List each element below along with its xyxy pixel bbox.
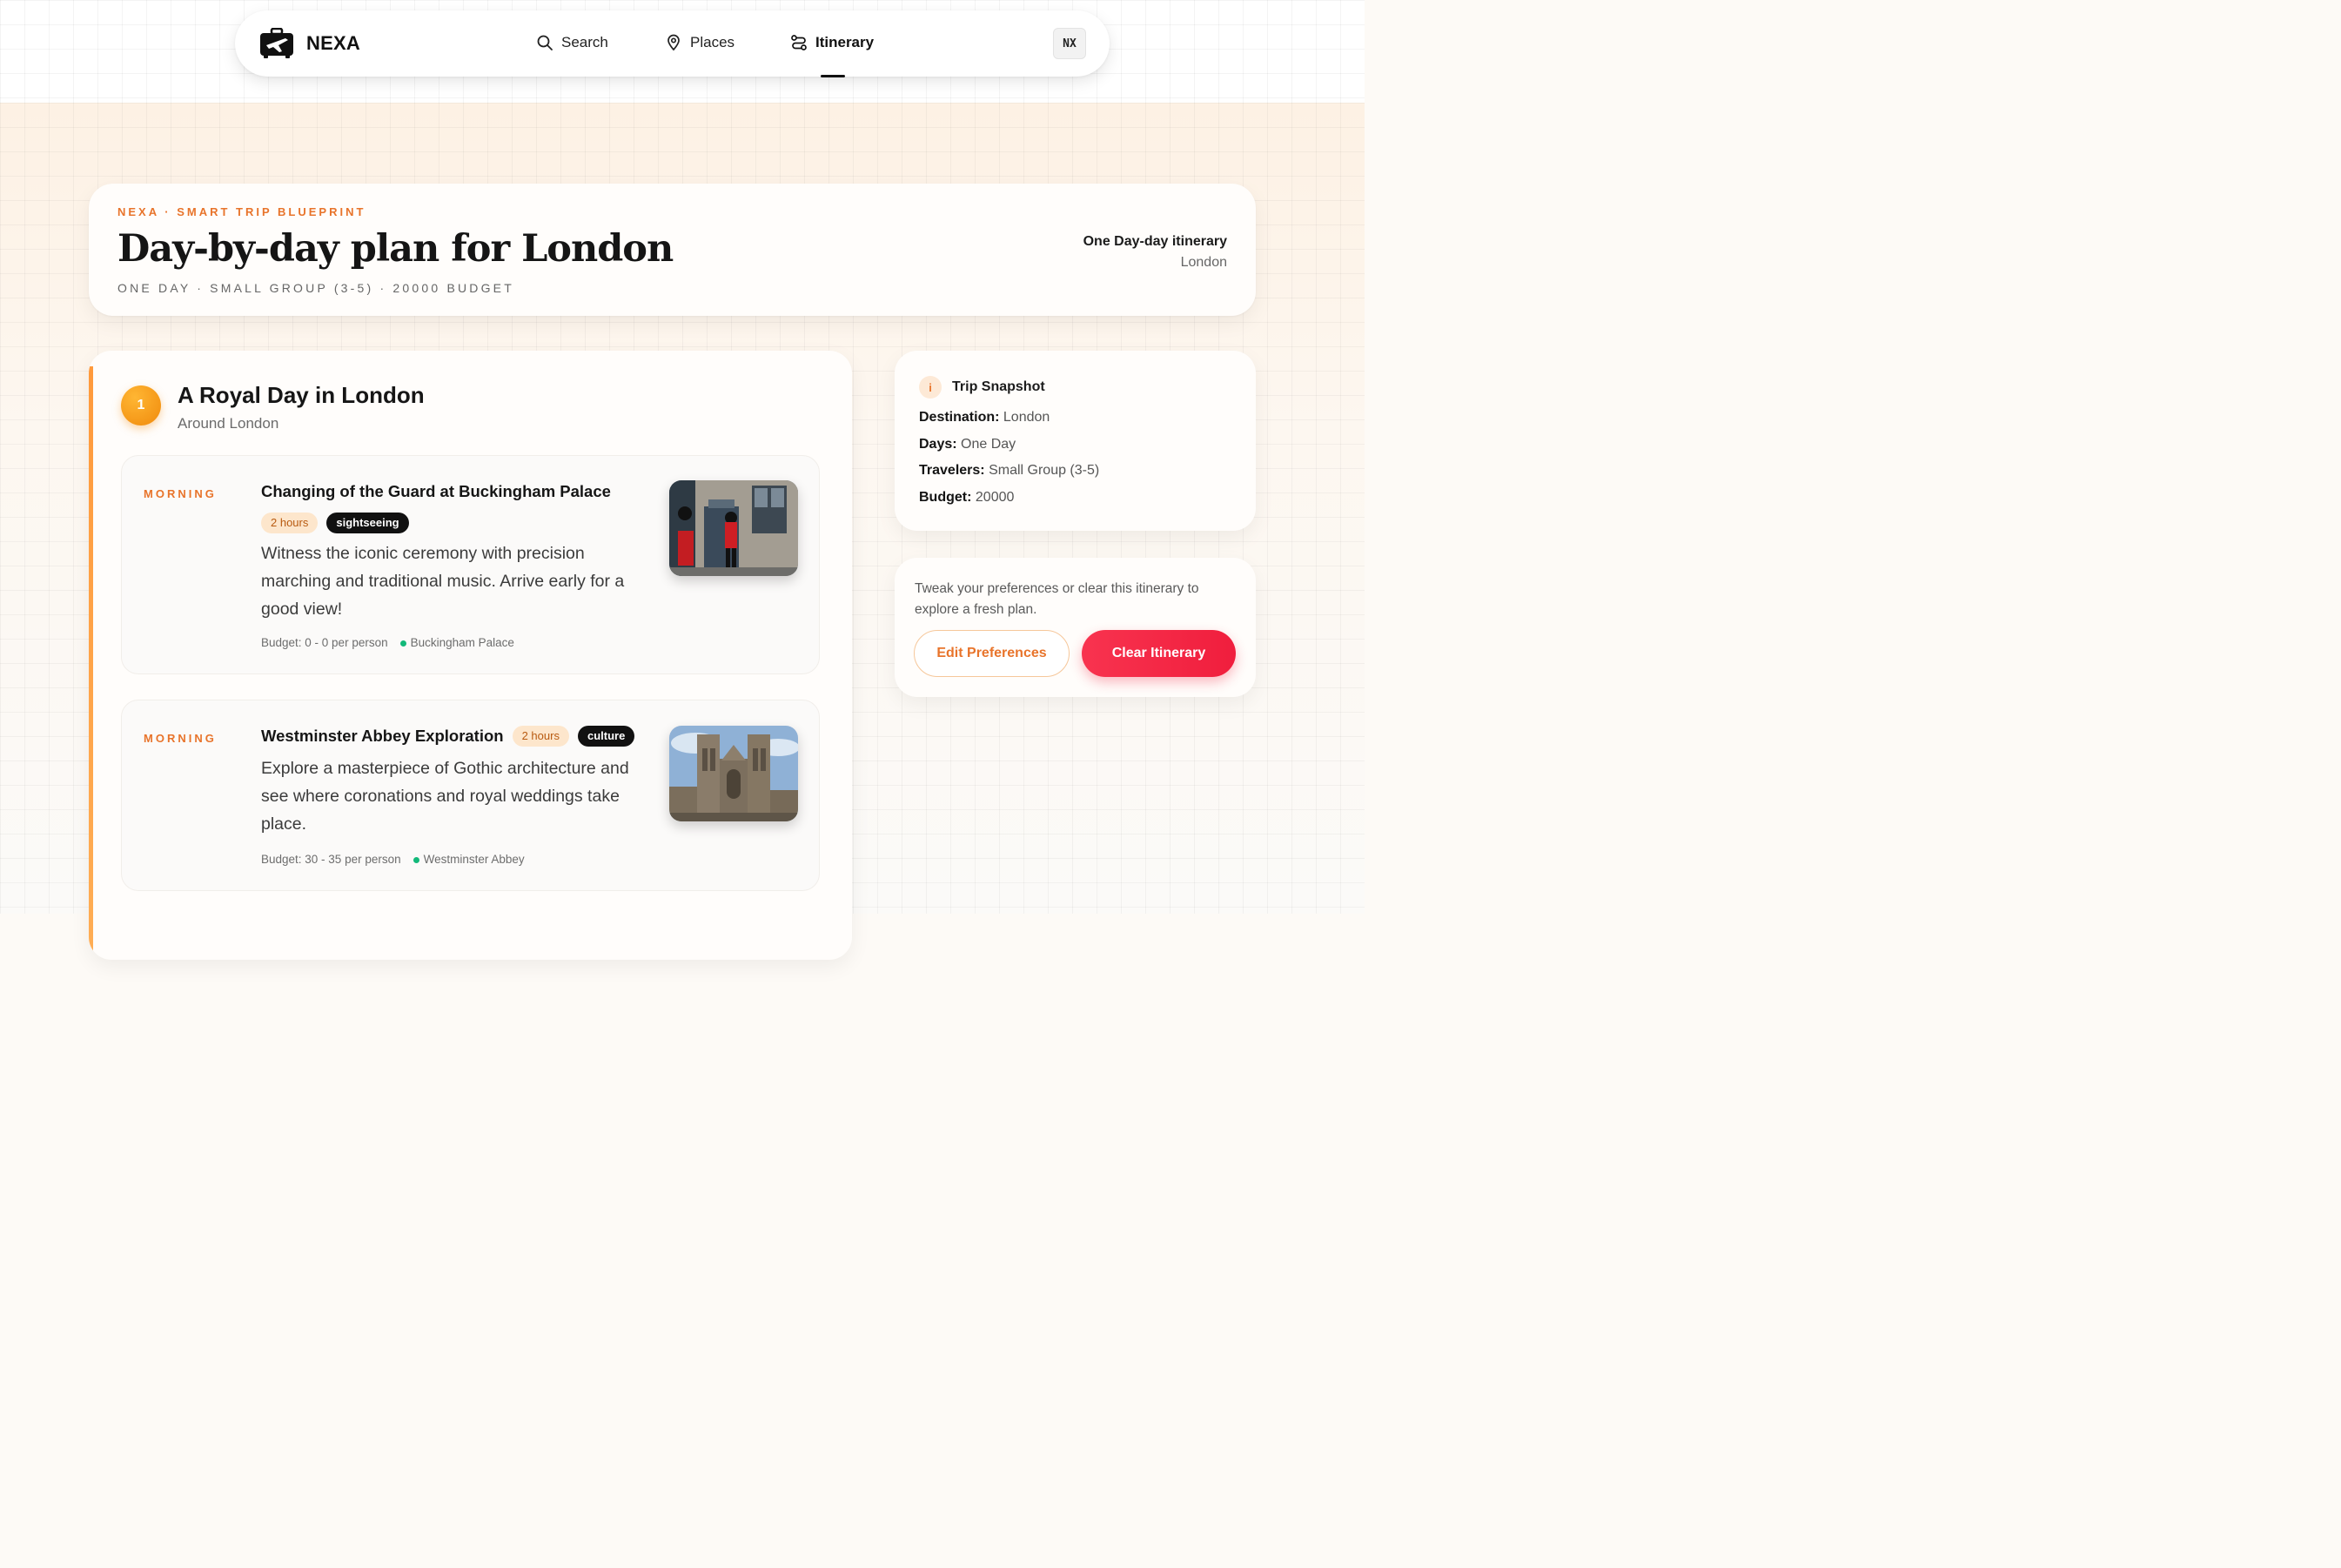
duration-badge: 2 hours — [261, 513, 319, 533]
search-icon — [537, 35, 553, 50]
activity-heading: Westminster Abbey Exploration 2 hours cu… — [261, 726, 635, 747]
nav-search[interactable]: Search — [536, 34, 608, 51]
activity-budget: Budget: 30 - 35 per person — [261, 853, 401, 866]
activity-location: Westminster Abbey — [413, 853, 525, 866]
top-navbar: NEXA Search Places Itinerary NX — [235, 10, 1110, 77]
nav-itinerary[interactable]: Itinerary — [790, 34, 874, 51]
snapshot-days: Days: One Day — [919, 437, 1016, 452]
snapshot-label: Budget: — [919, 490, 972, 505]
trip-snapshot-card: i Trip Snapshot Destination: London Days… — [895, 351, 1256, 531]
nav-search-label: Search — [561, 34, 608, 50]
activity-footer: Budget: 0 - 0 per person Buckingham Pala… — [261, 636, 514, 649]
duration-badge: 2 hours — [512, 726, 569, 747]
snapshot-budget: Budget: 20000 — [919, 490, 1014, 506]
nav-itinerary-label: Itinerary — [815, 34, 875, 50]
itinerary-destination: London — [1180, 255, 1227, 270]
active-tab-indicator — [821, 75, 845, 77]
trip-meta: ONE DAY · SMALL GROUP (3-5) · 20000 BUDG… — [117, 281, 514, 295]
suitcase-plane-icon — [260, 28, 293, 58]
snapshot-value: Small Group (3-5) — [989, 463, 1100, 478]
activity-image — [669, 480, 798, 576]
snapshot-header: i Trip Snapshot — [919, 376, 1045, 399]
brand-name: NEXA — [306, 32, 360, 54]
snapshot-title: Trip Snapshot — [952, 379, 1045, 394]
activity-time: MORNING — [144, 732, 217, 745]
user-avatar[interactable]: NX — [1053, 28, 1086, 59]
clear-itinerary-button[interactable]: Clear Itinerary — [1082, 630, 1236, 677]
activity-location: Buckingham Palace — [399, 636, 514, 649]
snapshot-destination: Destination: London — [919, 410, 1050, 426]
snapshot-travelers: Travelers: Small Group (3-5) — [919, 463, 1099, 479]
location-dot-icon — [413, 856, 419, 863]
location-label: Westminster Abbey — [423, 853, 525, 866]
brand[interactable]: NEXA — [259, 28, 360, 59]
map-pin-icon — [667, 34, 680, 51]
category-badge: sightseeing — [326, 513, 409, 533]
activity-time: MORNING — [144, 487, 217, 500]
day-accent-bar — [89, 366, 93, 960]
snapshot-label: Travelers: — [919, 463, 985, 478]
activity-description: Witness the iconic ceremony with precisi… — [261, 544, 625, 619]
abbey-photo — [669, 726, 798, 821]
nav-places-label: Places — [690, 34, 735, 50]
activity-card[interactable]: MORNING Changing of the Guard at Bucking… — [121, 455, 820, 674]
nav-places[interactable]: Places — [665, 34, 734, 51]
location-label: Buckingham Palace — [410, 636, 514, 649]
activity-card[interactable]: MORNING Westminster Abbey Exploration 2 … — [121, 700, 820, 891]
activity-image — [669, 726, 798, 821]
snapshot-value: 20000 — [975, 490, 1015, 505]
activity-name: Westminster Abbey Exploration — [261, 727, 504, 745]
activity-name: Changing of the Guard at Buckingham Pala… — [261, 482, 611, 500]
activity-budget: Budget: 0 - 0 per person — [261, 636, 388, 649]
activity-tags: 2 hours sightseeing — [261, 513, 409, 533]
info-icon: i — [919, 376, 942, 399]
snapshot-label: Days: — [919, 437, 957, 452]
snapshot-label: Destination: — [919, 410, 1000, 425]
edit-preferences-button[interactable]: Edit Preferences — [914, 630, 1070, 677]
day-card: 1 A Royal Day in London Around London MO… — [89, 351, 852, 960]
actions-description: Tweak your preferences or clear this iti… — [915, 581, 1199, 617]
location-dot-icon — [399, 640, 406, 647]
itinerary-header-card: NEXA · SMART TRIP BLUEPRINT Day-by-day p… — [89, 184, 1256, 316]
day-title: A Royal Day in London — [178, 382, 425, 408]
guard-photo — [669, 480, 798, 576]
page-title: Day-by-day plan for London — [117, 227, 674, 271]
activity-footer: Budget: 30 - 35 per person Westminster A… — [261, 853, 525, 866]
category-badge: culture — [577, 726, 635, 747]
itinerary-type: One Day-day itinerary — [1083, 234, 1227, 249]
day-subtitle: Around London — [178, 415, 279, 432]
day-number-badge: 1 — [121, 385, 161, 426]
snapshot-value: London — [1003, 410, 1050, 425]
route-icon — [791, 35, 807, 50]
itinerary-actions-card: Tweak your preferences or clear this iti… — [895, 558, 1256, 697]
eyebrow-label: NEXA · SMART TRIP BLUEPRINT — [117, 205, 366, 218]
snapshot-value: One Day — [961, 437, 1016, 452]
activity-description: Explore a masterpiece of Gothic architec… — [261, 759, 629, 834]
